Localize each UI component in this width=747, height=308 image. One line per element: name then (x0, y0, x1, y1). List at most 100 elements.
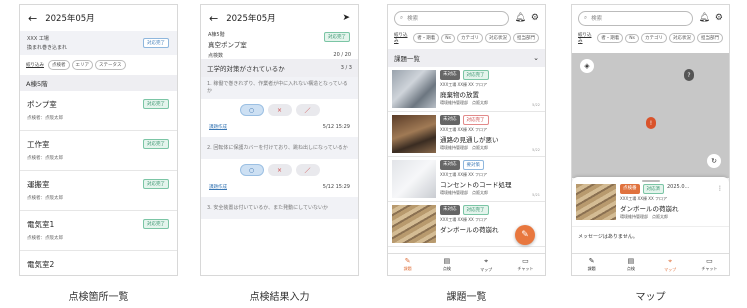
filter-chip[interactable]: 点検者 (48, 60, 70, 70)
filter-chip[interactable]: カテゴリ (457, 33, 483, 43)
filter-chip[interactable]: 担当部門 (697, 33, 723, 43)
gear-icon[interactable]: ⚙ (531, 13, 539, 23)
section-title: 課題一覧 (394, 55, 420, 63)
site-block[interactable]: XXX 工場 換まれ巻き込まれ 対応完了 (20, 31, 177, 55)
status-badge: 対応完了 (143, 38, 169, 48)
issue-person: 環境維持管理部 点阪太郎 (620, 214, 668, 219)
gear-icon[interactable]: ⚙ (715, 13, 723, 23)
issue-info: 未対応 対応完了 XXX工場 XX棟 XX フロア 廃棄物の放置 環境維持管理部 … (440, 70, 541, 108)
issue-photo (392, 70, 436, 108)
filter-bar: 絞り込み 点検者 エリア ステータス (20, 55, 177, 75)
search-placeholder: 検索 (407, 16, 419, 22)
map-pin-icon: ⌖ (668, 256, 673, 265)
issue-photo (392, 115, 436, 153)
option-na-button[interactable]: ／ (295, 104, 320, 116)
section-title: 工学的対策がされているか (207, 65, 285, 73)
status-badge: 対応完了 (462, 70, 489, 80)
progress-row: 点検数 20 / 20 (208, 52, 351, 59)
issue-card[interactable]: 未対応 対応完了 XXX工場 XX棟 XX フロア 通路の見通しが悪い 環境維持管… (388, 112, 545, 157)
filter-chip[interactable]: 者・期着 (413, 33, 440, 43)
item-person: 点検者：点阪太郎 (27, 236, 63, 241)
list-item[interactable]: 工作室 点検者：点阪太郎 対応完了 (20, 131, 177, 171)
list-item[interactable]: 電気室1 点検者：点阪太郎 対応完了 (20, 211, 177, 251)
filter-chip[interactable]: カテゴリ (641, 33, 667, 43)
tab-chat[interactable]: ▭ チャット (690, 254, 729, 275)
tab-label: 点検 (442, 266, 451, 271)
option-ok-button[interactable]: ○ (239, 104, 264, 116)
sheet-card: 点検番 対応済 2025.0... XXX工場 XX棟 XX フロア ダンボールの荷… (572, 184, 729, 220)
filter-chip[interactable]: Ns (625, 33, 639, 43)
back-arrow-icon[interactable]: ← (209, 12, 218, 25)
map-area[interactable]: ◈ ? ! ↻ (572, 53, 729, 178)
add-issue-button[interactable]: ✎ (515, 225, 535, 245)
status-badge: 対応完了 (143, 219, 169, 229)
filter-chip[interactable]: エリア (71, 60, 93, 70)
tab-bar: ✎ 課題 ▤ 点検 ⌖ マップ ▭ チャット (388, 253, 545, 275)
caption: マップ (635, 292, 666, 303)
send-icon[interactable]: ➤ (342, 13, 350, 23)
list-item[interactable]: 電気室2 (20, 251, 177, 275)
option-ng-button[interactable]: × (267, 164, 292, 176)
tab-label: マップ (664, 266, 677, 272)
item-person: 点検者：点阪太郎 (27, 116, 63, 121)
screen-map: ⌕ 検索 🔔︎ ⚙ 絞り込み 者・期着 Ns カテゴリ 対応状況 担当部門 ◈ ?… (571, 4, 730, 276)
bell-icon[interactable]: 🔔︎ (514, 13, 525, 23)
caption: 課題一覧 (446, 292, 487, 303)
filter-label[interactable]: 絞り込み (578, 32, 593, 44)
search-bar: ⌕ 検索 🔔︎ ⚙ (572, 5, 729, 31)
filter-label[interactable]: 絞り込み (394, 32, 409, 44)
filter-chip[interactable]: 担当部門 (513, 33, 539, 43)
clipboard-icon: ▤ (627, 257, 635, 265)
issue-location: XXX工場 XX棟 XX フロア (440, 82, 487, 87)
create-issue-link[interactable]: 課題作成 (209, 124, 227, 130)
message-text: メッセージはありません。 (572, 226, 729, 240)
search-input[interactable]: ⌕ 検索 (394, 10, 510, 26)
question-text: 2. 回転体に保護カバーを付けており、跳ね出しになっているか (201, 137, 358, 159)
map-pin-unknown-icon[interactable]: ? (684, 69, 694, 81)
tab-map[interactable]: ⌖ マップ (651, 254, 690, 275)
option-ok-button[interactable]: ○ (239, 164, 264, 176)
tab-issues[interactable]: ✎ 課題 (388, 254, 427, 275)
create-issue-link[interactable]: 課題作成 (209, 184, 227, 190)
back-arrow-icon[interactable]: ← (28, 12, 37, 25)
status-badge: 対応完了 (462, 205, 489, 215)
chevron-down-icon[interactable]: ⌄ (533, 54, 539, 62)
sheet-handle[interactable] (641, 180, 660, 182)
tab-map[interactable]: ⌖ マップ (467, 254, 506, 275)
tab-chat[interactable]: ▭ チャット (506, 254, 545, 275)
section-header: A棟5階 (20, 75, 177, 91)
filter-chip[interactable]: 対応状況 (485, 33, 511, 43)
more-icon[interactable]: ⋮ (717, 185, 723, 192)
tab-inspection[interactable]: ▤ 点検 (427, 254, 466, 275)
bell-icon[interactable]: 🔔︎ (698, 13, 709, 23)
issue-location: XXX工場 XX棟 XX フロア (620, 196, 667, 201)
status-badge: 未対応 (440, 205, 460, 215)
page-title: 2025年05月 (226, 14, 276, 24)
clipboard-icon: ▤ (443, 257, 451, 265)
status-badge: 対応完了 (143, 99, 169, 109)
issue-card[interactable]: 未対応 対応完了 XXX工場 XX棟 XX フロア 廃棄物の放置 環境維持管理部 … (388, 67, 545, 112)
refresh-icon[interactable]: ↻ (707, 154, 721, 168)
issue-title: コンセントのコード処理 (440, 181, 512, 189)
tab-issues[interactable]: ✎ 課題 (572, 254, 611, 275)
list-item[interactable]: 運搬室 点検者：点阪太郎 対応完了 (20, 171, 177, 211)
filter-chip[interactable]: Ns (441, 33, 455, 43)
detail-sheet[interactable]: 点検番 対応済 2025.0... XXX工場 XX棟 XX フロア ダンボールの荷… (572, 177, 729, 255)
status-badge: 未対応 (440, 70, 460, 80)
section-header[interactable]: 課題一覧 ⌄ (388, 49, 545, 67)
tab-label: チャット (517, 266, 534, 271)
list-item[interactable]: ポンプ室 点検者：点阪太郎 対応完了 (20, 91, 177, 131)
option-ng-button[interactable]: × (267, 104, 292, 116)
issue-card[interactable]: 未対応 要対策 XXX工場 XX棟 XX フロア コンセントのコード処理 環境維持… (388, 157, 545, 202)
layers-icon[interactable]: ◈ (580, 59, 594, 73)
search-input[interactable]: ⌕ 検索 (578, 10, 694, 26)
tab-label: 課題 (587, 266, 596, 271)
filter-chip[interactable]: 者・期着 (597, 33, 624, 43)
map-pin-warning-icon[interactable]: ! (646, 117, 656, 129)
filter-chip[interactable]: 対応状況 (669, 33, 695, 43)
tab-inspection[interactable]: ▤ 点検 (611, 254, 650, 275)
filter-label[interactable]: 絞り込み (26, 62, 44, 68)
option-na-button[interactable]: ／ (295, 164, 320, 176)
section-header: 工学的対策がされているか 3 / 3 (201, 59, 358, 77)
filter-chip[interactable]: ステータス (95, 60, 126, 70)
